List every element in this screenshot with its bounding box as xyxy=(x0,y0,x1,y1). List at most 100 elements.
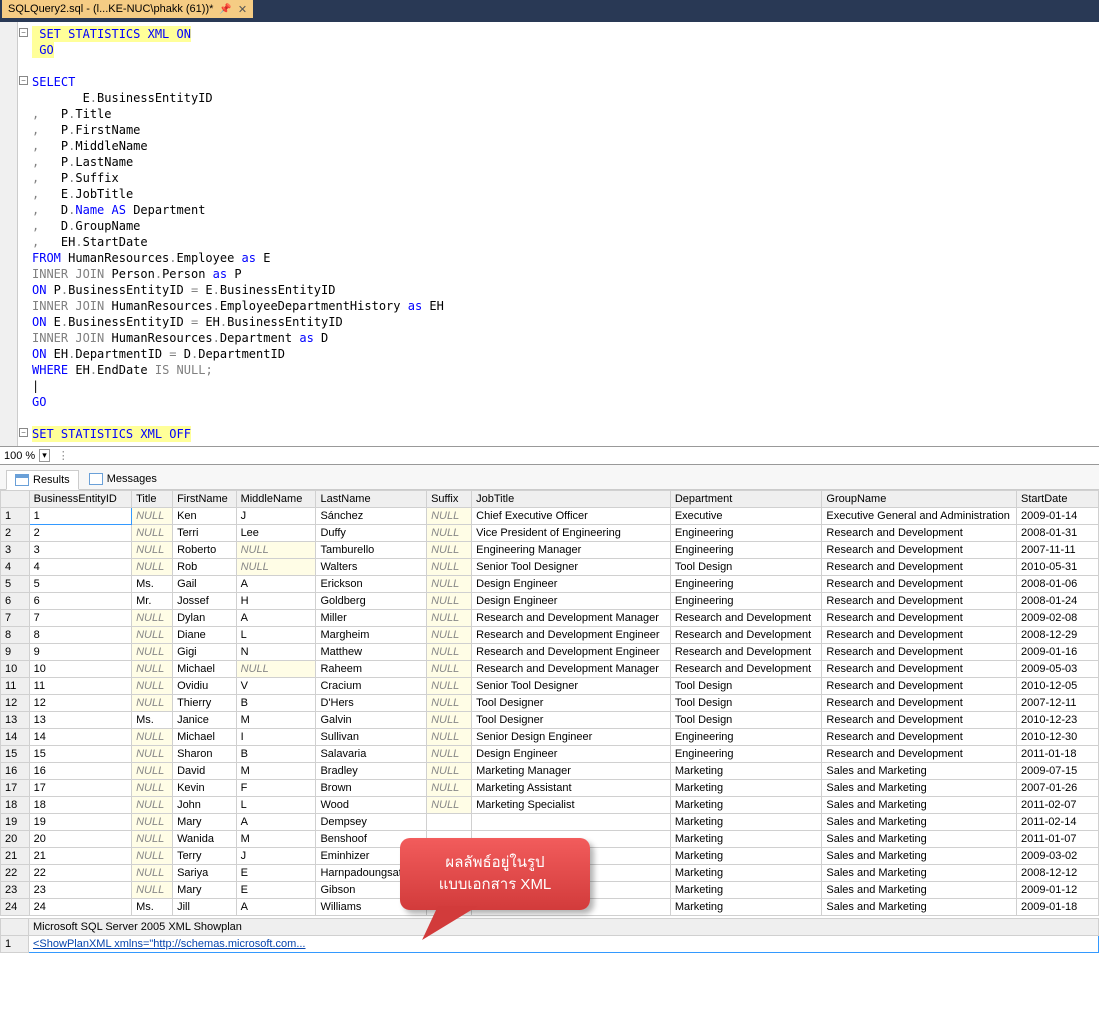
cell[interactable]: 2010-05-31 xyxy=(1017,559,1099,576)
cell[interactable]: NULL xyxy=(132,814,173,831)
cell[interactable]: NULL xyxy=(427,644,472,661)
column-header[interactable]: JobTitle xyxy=(472,491,671,508)
cell[interactable]: M xyxy=(236,712,316,729)
cell[interactable]: 13 xyxy=(29,712,131,729)
cell[interactable]: NULL xyxy=(427,712,472,729)
cell[interactable]: NULL xyxy=(132,508,173,525)
cell[interactable]: 2009-01-14 xyxy=(1017,508,1099,525)
cell[interactable]: NULL xyxy=(427,559,472,576)
cell[interactable]: NULL xyxy=(132,644,173,661)
cell[interactable]: B xyxy=(236,746,316,763)
cell[interactable]: NULL xyxy=(427,746,472,763)
cell[interactable]: 7 xyxy=(29,610,131,627)
column-header[interactable]: Title xyxy=(132,491,173,508)
showplan-header[interactable]: Microsoft SQL Server 2005 XML Showplan xyxy=(29,919,1099,936)
cell[interactable]: Marketing xyxy=(670,780,822,797)
cell[interactable]: Marketing Specialist xyxy=(472,797,671,814)
showplan-grid[interactable]: Microsoft SQL Server 2005 XML Showplan1<… xyxy=(0,918,1099,953)
cell[interactable]: Research and Development xyxy=(822,746,1017,763)
cell[interactable]: NULL xyxy=(132,729,173,746)
cell[interactable]: 2009-01-16 xyxy=(1017,644,1099,661)
cell[interactable]: E xyxy=(236,882,316,899)
table-row[interactable]: 99NULLGigiNMatthewNULLResearch and Devel… xyxy=(1,644,1099,661)
cell[interactable]: 2007-11-11 xyxy=(1017,542,1099,559)
cell[interactable]: Ms. xyxy=(132,712,173,729)
cell[interactable]: E xyxy=(236,865,316,882)
cell[interactable]: Research and Development xyxy=(670,627,822,644)
cell[interactable]: Marketing xyxy=(670,831,822,848)
cell[interactable]: NULL xyxy=(427,525,472,542)
cell[interactable]: 20 xyxy=(29,831,131,848)
cell[interactable]: NULL xyxy=(427,729,472,746)
cell[interactable]: Marketing xyxy=(670,763,822,780)
cell[interactable]: Research and Development xyxy=(822,712,1017,729)
close-icon[interactable]: ✕ xyxy=(238,3,247,16)
cell[interactable]: Miller xyxy=(316,610,427,627)
cell[interactable]: Research and Development xyxy=(822,661,1017,678)
cell[interactable]: Engineering xyxy=(670,746,822,763)
cell[interactable]: NULL xyxy=(427,610,472,627)
cell[interactable]: 2007-01-26 xyxy=(1017,780,1099,797)
cell[interactable]: Research and Development Manager xyxy=(472,661,671,678)
cell[interactable]: Wood xyxy=(316,797,427,814)
cell[interactable]: NULL xyxy=(236,661,316,678)
cell[interactable]: F xyxy=(236,780,316,797)
cell[interactable]: Michael xyxy=(173,661,237,678)
cell[interactable]: M xyxy=(236,831,316,848)
cell[interactable]: 2011-01-18 xyxy=(1017,746,1099,763)
cell[interactable]: NULL xyxy=(427,780,472,797)
cell[interactable]: Research and Development xyxy=(822,525,1017,542)
cell[interactable]: H xyxy=(236,593,316,610)
cell[interactable]: Sales and Marketing xyxy=(822,899,1017,916)
cell[interactable]: Tool Designer xyxy=(472,712,671,729)
cell[interactable]: 6 xyxy=(29,593,131,610)
cell[interactable]: Research and Development xyxy=(822,542,1017,559)
cell[interactable]: Engineering xyxy=(670,576,822,593)
cell[interactable]: 24 xyxy=(29,899,131,916)
column-header[interactable]: BusinessEntityID xyxy=(29,491,131,508)
tab-messages[interactable]: Messages xyxy=(80,469,166,489)
cell[interactable]: Marketing xyxy=(670,865,822,882)
cell[interactable]: Executive General and Administration xyxy=(822,508,1017,525)
column-header[interactable]: MiddleName xyxy=(236,491,316,508)
cell[interactable]: Ken xyxy=(173,508,237,525)
cell[interactable]: Matthew xyxy=(316,644,427,661)
cell[interactable]: 2011-02-07 xyxy=(1017,797,1099,814)
cell[interactable]: Salavaria xyxy=(316,746,427,763)
cell[interactable]: Margheim xyxy=(316,627,427,644)
cell[interactable]: Research and Development xyxy=(822,559,1017,576)
cell[interactable]: Marketing Assistant xyxy=(472,780,671,797)
cell[interactable]: Tool Design xyxy=(670,712,822,729)
cell[interactable]: Tamburello xyxy=(316,542,427,559)
cell[interactable]: 2009-03-02 xyxy=(1017,848,1099,865)
cell[interactable]: 2011-01-07 xyxy=(1017,831,1099,848)
cell[interactable]: 2010-12-05 xyxy=(1017,678,1099,695)
cell[interactable]: 8 xyxy=(29,627,131,644)
cell[interactable]: Gigi xyxy=(173,644,237,661)
cell[interactable]: NULL xyxy=(132,746,173,763)
cell[interactable]: Michael xyxy=(173,729,237,746)
cell[interactable]: A xyxy=(236,814,316,831)
cell[interactable]: Research and Development xyxy=(822,678,1017,695)
cell[interactable]: 23 xyxy=(29,882,131,899)
column-header[interactable]: GroupName xyxy=(822,491,1017,508)
cell[interactable]: Tool Design xyxy=(670,678,822,695)
cell[interactable]: I xyxy=(236,729,316,746)
cell[interactable]: Marketing xyxy=(670,848,822,865)
cell[interactable]: Engineering Manager xyxy=(472,542,671,559)
cell[interactable]: A xyxy=(236,610,316,627)
cell[interactable]: Duffy xyxy=(316,525,427,542)
table-row[interactable]: 1<ShowPlanXML xmlns="http://schemas.micr… xyxy=(1,936,1099,953)
cell[interactable]: NULL xyxy=(132,763,173,780)
cell[interactable]: Research and Development Manager xyxy=(472,610,671,627)
table-row[interactable]: 1919NULLMaryADempseyMarketingSales and M… xyxy=(1,814,1099,831)
table-row[interactable]: 1313Ms.JaniceMGalvinNULLTool DesignerToo… xyxy=(1,712,1099,729)
cell[interactable]: 10 xyxy=(29,661,131,678)
cell[interactable]: 18 xyxy=(29,797,131,814)
cell[interactable]: Mary xyxy=(173,882,237,899)
cell[interactable]: Terri xyxy=(173,525,237,542)
cell[interactable]: Brown xyxy=(316,780,427,797)
cell[interactable]: J xyxy=(236,508,316,525)
cell[interactable]: Research and Development xyxy=(822,610,1017,627)
cell[interactable]: 2010-12-23 xyxy=(1017,712,1099,729)
